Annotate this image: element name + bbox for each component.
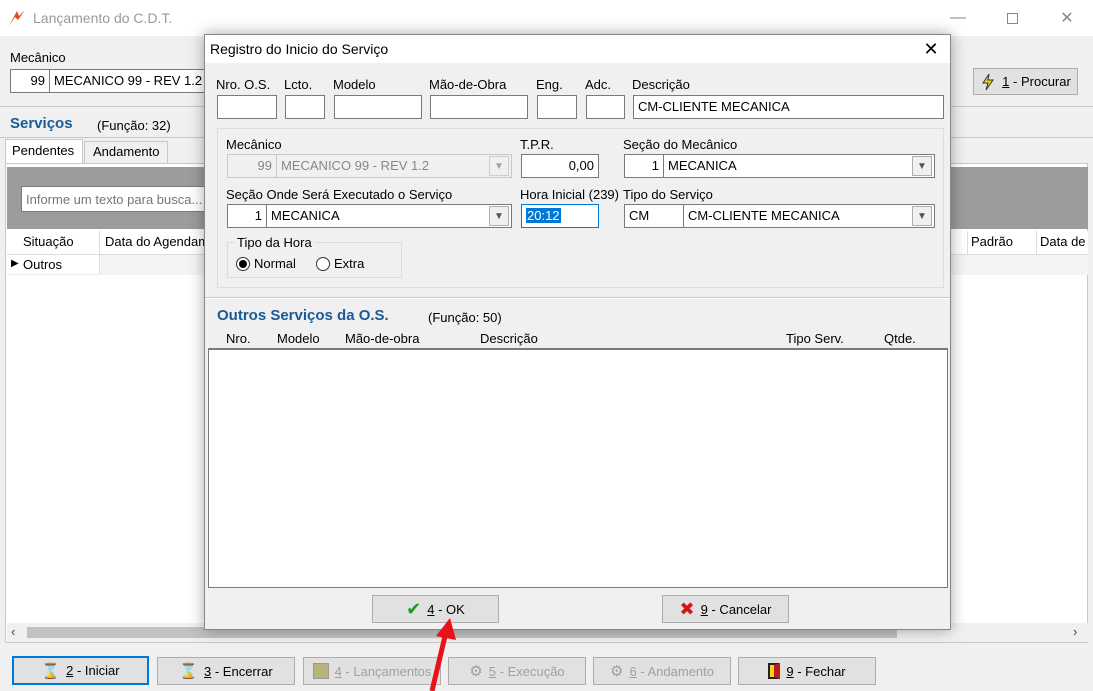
column-mao-obra[interactable]: Mão-de-obra bbox=[345, 331, 419, 346]
adc-label: Adc. bbox=[585, 77, 612, 92]
tipo-servico-dropdown-icon[interactable]: ▼ bbox=[912, 206, 932, 226]
column-nro[interactable]: Nro. bbox=[226, 331, 251, 346]
column-qtde[interactable]: Qtde. bbox=[884, 331, 916, 346]
column-data-de[interactable]: Data de bbox=[1040, 234, 1086, 249]
hora-inicial-label: Hora Inicial (239) bbox=[520, 187, 619, 202]
door-icon bbox=[768, 663, 781, 679]
scroll-right-icon[interactable]: › bbox=[1073, 624, 1077, 639]
mecanico-label: Mecânico bbox=[10, 50, 66, 65]
maximize-button[interactable] bbox=[989, 0, 1035, 36]
lightning-icon bbox=[982, 73, 995, 90]
registro-dialog: Registro do Inicio do Serviço ✕ Nro. O.S… bbox=[204, 34, 951, 630]
annotation-arrow-icon bbox=[429, 618, 456, 691]
main-titlebar: Lançamento do C.D.T. — ✕ bbox=[0, 0, 1093, 36]
descricao-field[interactable]: CM-CLIENTE MECANICA bbox=[633, 95, 944, 119]
secao-mecanico-combo[interactable]: MECANICA bbox=[663, 154, 935, 178]
radio-normal[interactable]: Normal bbox=[236, 256, 296, 271]
dialog-close-button[interactable]: ✕ bbox=[917, 37, 945, 61]
tpr-label: T.P.R. bbox=[520, 137, 554, 152]
dialog-titlebar: Registro do Inicio do Serviço ✕ bbox=[205, 35, 950, 63]
minimize-button[interactable]: — bbox=[935, 0, 981, 36]
row-situacao: Outros bbox=[23, 257, 63, 272]
hourglass-icon: ⌛ bbox=[41, 662, 61, 680]
tipo-hora-label: Tipo da Hora bbox=[235, 235, 314, 250]
hora-inicial-field[interactable]: 20:12 bbox=[521, 204, 599, 228]
column-situacao[interactable]: Situação bbox=[23, 234, 74, 249]
hora-inicial-value: 20:12 bbox=[526, 208, 561, 223]
radio-extra[interactable]: Extra bbox=[316, 256, 364, 271]
close-icon: ✕ bbox=[923, 38, 939, 59]
cancel-x-icon: ✖ bbox=[679, 598, 695, 619]
gears-icon: ⚙ bbox=[609, 663, 624, 680]
secao-mecanico-label: Seção do Mecânico bbox=[623, 137, 738, 152]
mecanico-code-field: 99 bbox=[227, 154, 277, 178]
tipo-servico-label: Tipo do Serviço bbox=[623, 187, 713, 202]
execucao-button[interactable]: ⚙ 5 - Execução bbox=[448, 657, 586, 685]
outros-servicos-grid[interactable] bbox=[208, 348, 948, 588]
hourglass-end-icon: ⌛ bbox=[179, 663, 199, 680]
nro-os-label: Nro. O.S. bbox=[216, 77, 271, 92]
mecanico-code-field[interactable]: 99 bbox=[10, 69, 50, 93]
tab-pendentes[interactable]: Pendentes bbox=[5, 139, 83, 164]
outros-funcao: (Função: 50) bbox=[428, 310, 502, 325]
scroll-left-icon[interactable]: ‹ bbox=[11, 624, 15, 639]
mecanico-name-field[interactable]: MECANICO 99 - REV 1.2 bbox=[49, 69, 209, 93]
maximize-icon bbox=[1006, 12, 1018, 24]
column-data-agendamento[interactable]: Data do Agendam bbox=[105, 234, 209, 249]
minimize-icon: — bbox=[950, 9, 966, 26]
outros-servicos-title: Outros Serviços da O.S. bbox=[217, 307, 389, 324]
tipo-servico-combo[interactable]: CM-CLIENTE MECANICA bbox=[683, 204, 935, 228]
secao-executado-label: Seção Onde Será Executado o Serviço bbox=[226, 187, 453, 202]
column-tipo-serv[interactable]: Tipo Serv. bbox=[786, 331, 844, 346]
row-pointer-icon: ▶ bbox=[11, 258, 19, 269]
secao-mecanico-code-field[interactable]: 1 bbox=[624, 154, 664, 178]
dialog-title: Registro do Inicio do Serviço bbox=[210, 41, 389, 57]
checkmark-icon: ✔ bbox=[406, 598, 422, 619]
mecanico-label: Mecânico bbox=[226, 137, 282, 152]
mao-obra-field[interactable] bbox=[430, 95, 528, 119]
close-icon: ✕ bbox=[1060, 10, 1074, 27]
eng-label: Eng. bbox=[536, 77, 563, 92]
radio-normal-indicator[interactable] bbox=[236, 256, 250, 271]
secao-exec-dropdown-icon[interactable]: ▼ bbox=[489, 206, 509, 226]
descricao-label: Descrição bbox=[632, 77, 690, 92]
close-button[interactable]: ✕ bbox=[1044, 0, 1090, 36]
execution-icon: ⚙ bbox=[469, 663, 483, 680]
secao-exec-combo[interactable]: MECANICA bbox=[266, 204, 512, 228]
lcto-label: Lcto. bbox=[284, 77, 313, 92]
entries-icon bbox=[312, 663, 329, 679]
cancelar-button[interactable]: ✖ 9 - Cancelar bbox=[662, 595, 789, 623]
modelo-label: Modelo bbox=[333, 77, 376, 92]
tipo-servico-code-field[interactable]: CM bbox=[624, 204, 684, 228]
main-title: Lançamento do C.D.T. bbox=[33, 10, 173, 26]
encerrar-button[interactable]: ⌛ 3 - Encerrar bbox=[157, 657, 295, 685]
nro-os-field[interactable] bbox=[217, 95, 277, 119]
column-padrao[interactable]: Padrão bbox=[971, 234, 1013, 249]
eng-field[interactable] bbox=[537, 95, 577, 119]
adc-field[interactable] bbox=[586, 95, 625, 119]
mecanico-combo: MECANICO 99 - REV 1.2 bbox=[276, 154, 512, 178]
radio-extra-indicator[interactable] bbox=[316, 256, 330, 271]
tpr-field[interactable]: 0,00 bbox=[521, 154, 599, 178]
procurar-button[interactable]: 1 - Procurar bbox=[973, 68, 1078, 95]
servicos-title: Serviços bbox=[10, 115, 73, 132]
modelo-field[interactable] bbox=[334, 95, 422, 119]
search-input[interactable] bbox=[21, 186, 221, 212]
secao-mecanico-dropdown-icon[interactable]: ▼ bbox=[912, 156, 932, 176]
mao-obra-label: Mão-de-Obra bbox=[429, 77, 507, 92]
lcto-field[interactable] bbox=[285, 95, 325, 119]
servicos-funcao: (Função: 32) bbox=[97, 118, 171, 133]
column-modelo[interactable]: Modelo bbox=[277, 331, 320, 346]
column-descricao[interactable]: Descrição bbox=[480, 331, 538, 346]
andamento-button[interactable]: ⚙ 6 - Andamento bbox=[593, 657, 731, 685]
mecanico-dropdown-icon: ▼ bbox=[489, 156, 509, 176]
iniciar-button[interactable]: ⌛ 2 - Iniciar bbox=[12, 656, 149, 685]
tab-andamento[interactable]: Andamento bbox=[84, 141, 168, 163]
fechar-button[interactable]: 9 - Fechar bbox=[738, 657, 876, 685]
secao-exec-code-field[interactable]: 1 bbox=[227, 204, 267, 228]
app-logo-icon bbox=[9, 10, 25, 26]
